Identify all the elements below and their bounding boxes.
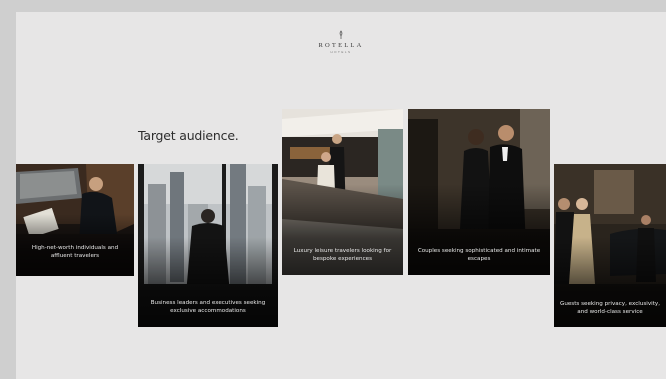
brand-logo: ROTELLA HOTELS [16,30,666,54]
audience-card-privacy: Guests seeking privacy, exclusivity, and… [554,164,666,327]
card-caption: High-net-worth individuals and affluent … [31,244,119,259]
card-caption: Luxury leisure travelers looking for bes… [293,247,392,262]
audience-card-affluent: High-net-worth individuals and affluent … [16,164,134,276]
card-caption: Business leaders and executives seeking … [150,299,266,314]
card-caption: Couples seeking sophisticated and intima… [417,247,541,262]
brand-subtitle: HOTELS [330,50,352,54]
brand-name: ROTELLA [318,42,364,49]
audience-card-business: Business leaders and executives seeking … [138,164,278,327]
section-heading: Target audience. [138,128,239,143]
audience-card-leisure: Luxury leisure travelers looking for bes… [282,109,403,275]
audience-card-couples: Couples seeking sophisticated and intima… [408,109,550,275]
brand-mark-icon [339,30,343,39]
card-caption: Guests seeking privacy, exclusivity, and… [559,300,660,315]
